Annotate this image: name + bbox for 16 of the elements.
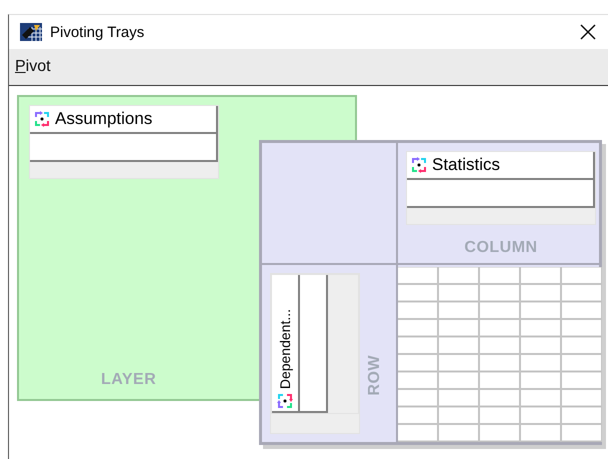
pivot-icon [34, 111, 50, 127]
app-icon [20, 23, 42, 41]
close-icon [580, 24, 596, 40]
menu-item[interactable]: Pivot [15, 58, 51, 76]
pivot-icon [411, 157, 427, 173]
field-label: Dependent... [277, 308, 293, 389]
tray-label: LAYER [101, 371, 156, 389]
field-label: Assumptions [55, 109, 152, 129]
field-item[interactable]: Statistics [406, 151, 596, 225]
field-item[interactable]: Assumptions [29, 105, 219, 179]
tray-label: COLUMN [464, 239, 538, 257]
window-title: Pivoting Trays [50, 24, 144, 40]
field-item[interactable]: Dependent... [271, 274, 359, 414]
field-label: Statistics [432, 155, 500, 175]
tray-label: ROW [366, 355, 384, 396]
pivot-icon [277, 393, 293, 409]
